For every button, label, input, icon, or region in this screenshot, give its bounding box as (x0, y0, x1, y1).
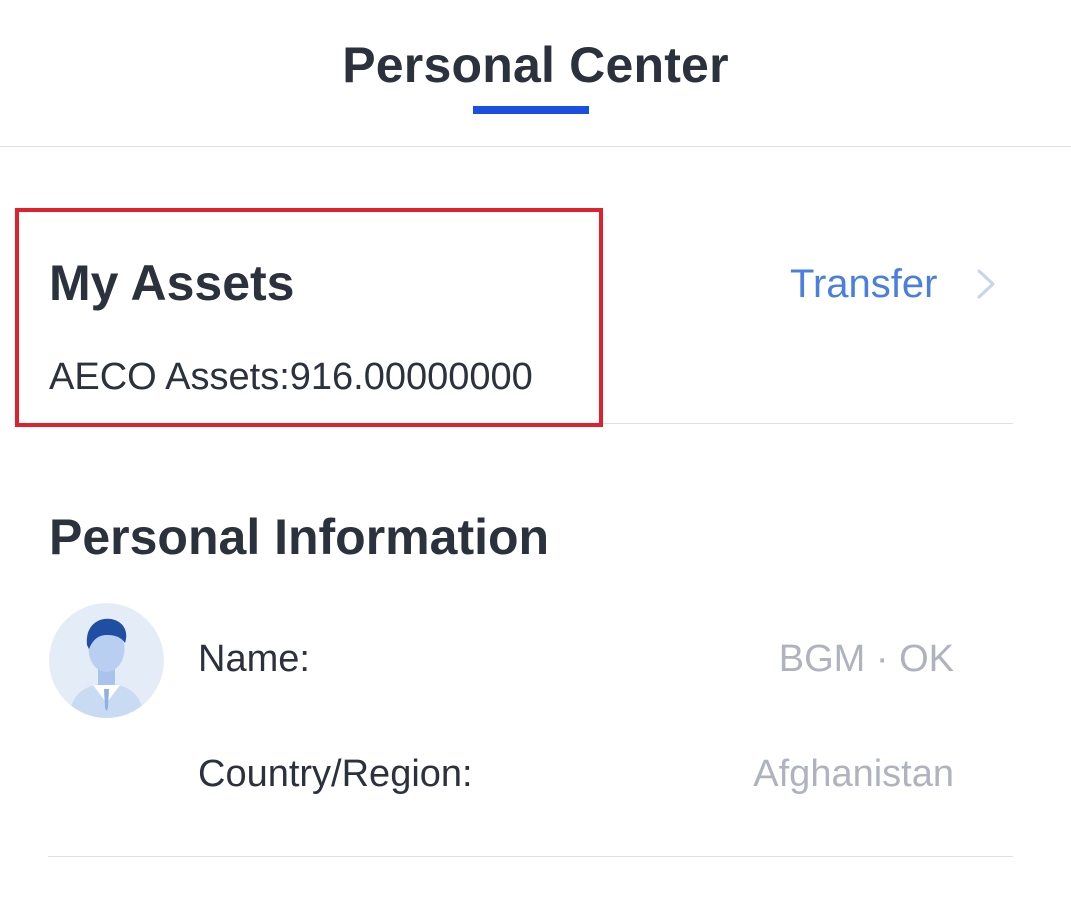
title-active-underline (473, 106, 589, 114)
page-header: Personal Center (0, 0, 1071, 147)
assets-highlight-box (15, 208, 603, 427)
chevron-right-icon (977, 269, 995, 299)
country-region-label: Country/Region: (198, 753, 473, 795)
personal-info-title: Personal Information (49, 509, 550, 565)
transfer-link[interactable]: Transfer (790, 258, 997, 310)
name-label: Name: (198, 638, 310, 680)
name-value: BGM · OK (778, 638, 954, 680)
page-title: Personal Center (342, 37, 729, 93)
section-divider (48, 856, 1013, 857)
transfer-label: Transfer (790, 261, 938, 306)
user-avatar-icon (49, 603, 164, 718)
country-region-value: Afghanistan (753, 753, 954, 795)
